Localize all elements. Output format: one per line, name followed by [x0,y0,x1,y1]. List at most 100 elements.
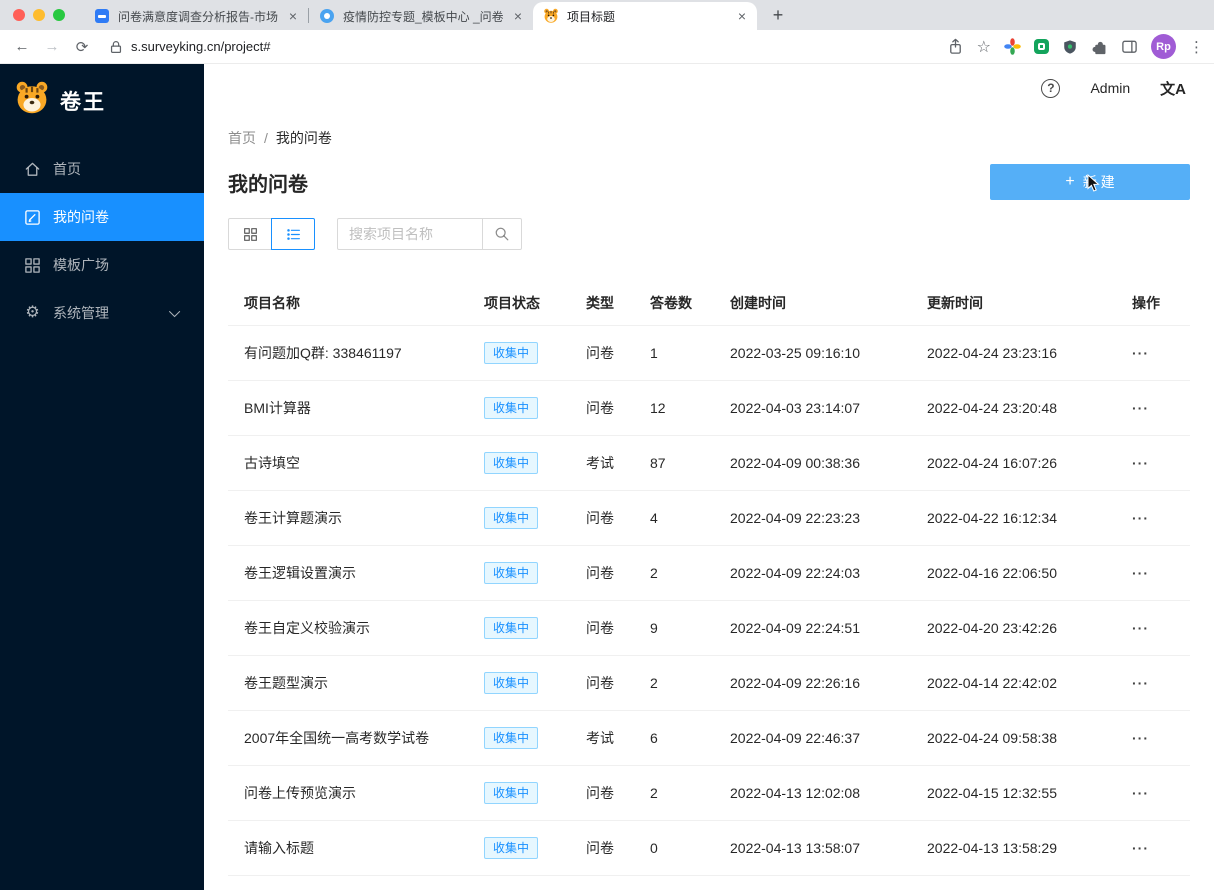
tiger-favicon [543,8,559,24]
row-actions-button[interactable]: ··· [1116,400,1165,416]
url-text: s.surveyking.cn/project# [131,39,271,54]
browser-tab-1[interactable]: 问卷满意度调查分析报告-市场调 × [84,2,308,30]
help-icon[interactable]: ? [1041,78,1061,98]
table-row: 卷王自定义校验演示 收集中 问卷 9 2022-04-09 22:24:51 2… [228,601,1190,656]
row-actions-button[interactable]: ··· [1116,510,1165,526]
tiger-logo-icon [14,80,50,121]
row-actions-button[interactable]: ··· [1116,345,1165,361]
forward-icon[interactable]: → [38,33,66,61]
search-button[interactable] [482,218,522,250]
project-name-link[interactable]: 有问题加Q群: 338461197 [228,343,468,363]
project-name-link[interactable]: BMI计算器 [228,398,468,418]
status-badge: 收集中 [484,727,539,749]
sidebar-item-my-surveys[interactable]: 我的问卷 [0,193,204,241]
window-close-button[interactable] [13,9,25,21]
status-badge: 收集中 [484,397,539,419]
updated-time: 2022-04-24 23:23:16 [927,345,1057,361]
updated-time: 2022-04-22 16:12:34 [927,510,1057,526]
app-title: 卷王 [60,90,106,114]
share-icon[interactable] [947,38,964,55]
status-badge: 收集中 [484,507,539,529]
search-input[interactable] [337,218,483,250]
extension-shield-icon[interactable] [1062,39,1078,55]
project-name-link[interactable]: 请输入标题 [228,838,468,858]
project-name-link[interactable]: 古诗填空 [228,453,468,473]
answer-count: 2 [650,785,658,801]
created-time: 2022-04-09 00:38:36 [730,455,860,471]
refresh-icon[interactable]: ⟳ [68,33,96,61]
profile-avatar[interactable]: Rp [1151,34,1176,59]
bookmark-star-icon[interactable]: ☆ [977,37,991,57]
window-zoom-button[interactable] [53,9,65,21]
project-name-link[interactable]: 卷王逻辑设置演示 [228,563,468,583]
window-minimize-button[interactable] [33,9,45,21]
row-actions-button[interactable]: ··· [1116,785,1165,801]
row-actions-button[interactable]: ··· [1116,620,1165,636]
updated-time: 2022-04-14 22:42:02 [927,675,1057,691]
address-bar[interactable]: s.surveyking.cn/project# [108,39,945,55]
answer-count: 1 [650,345,658,361]
tab-close-icon[interactable]: × [286,8,300,24]
sidebar-item-label: 我的问卷 [53,209,109,225]
tab-close-icon[interactable]: × [511,8,525,24]
extension-green-icon[interactable] [1034,39,1049,54]
tab-title: 疫情防控专题_模板中心 _问卷网 [343,9,503,24]
browser-tab-active[interactable]: 项目标题 × [533,2,757,30]
table-row: 有问题加Q群: 338461197 收集中 问卷 1 2022-03-25 09… [228,326,1190,381]
more-actions-icon: ··· [1132,455,1149,471]
created-time: 2022-03-25 09:16:10 [730,345,860,361]
project-name-link[interactable]: 卷王自定义校验演示 [228,618,468,638]
user-menu[interactable]: Admin [1090,80,1130,96]
table-row: 古诗填空 收集中 考试 87 2022-04-09 00:38:36 2022-… [228,436,1190,491]
breadcrumb: 首页 / 我的问卷 [228,128,1190,148]
grid-icon [24,257,41,274]
browser-tab-2[interactable]: 疫情防控专题_模板中心 _问卷网 × [309,2,533,30]
status-badge: 收集中 [484,837,539,859]
sidebar-item-label: 系统管理 [53,305,109,321]
created-time: 2022-04-09 22:24:51 [730,620,860,636]
created-time: 2022-04-09 22:26:16 [730,675,860,691]
sidebar-item-templates[interactable]: 模板广场 [0,241,204,289]
sidebar: 卷王 首页 我的问卷 模板广场 ⚙ 系统管理 [0,64,204,890]
extensions-puzzle-icon[interactable] [1091,38,1108,55]
search-icon [495,227,509,241]
top-header: ? Admin 文A [204,64,1214,112]
row-actions-button[interactable]: ··· [1116,840,1165,856]
status-badge: 收集中 [484,782,539,804]
tab-favicon [319,8,335,24]
column-header: 项目名称 [244,294,300,311]
row-actions-button[interactable]: ··· [1116,675,1165,691]
tab-favicon [94,8,110,24]
breadcrumb-home[interactable]: 首页 [228,128,256,148]
project-type: 问卷 [586,345,614,361]
row-actions-button[interactable]: ··· [1116,565,1165,581]
side-panel-icon[interactable] [1121,38,1138,55]
row-actions-button[interactable]: ··· [1116,730,1165,746]
tab-close-icon[interactable]: × [735,8,749,24]
created-time: 2022-04-13 12:02:08 [730,785,860,801]
list-view-toggle[interactable] [271,218,315,250]
project-name-link[interactable]: 卷王题型演示 [228,673,468,693]
extension-pinwheel-icon[interactable] [1004,38,1021,55]
more-actions-icon: ··· [1132,675,1149,691]
updated-time: 2022-04-24 09:58:38 [927,730,1057,746]
project-name-link[interactable]: 卷王计算题演示 [228,508,468,528]
updated-time: 2022-04-24 16:07:26 [927,455,1057,471]
project-type: 问卷 [586,510,614,526]
card-view-toggle[interactable] [228,218,272,250]
project-type: 问卷 [586,840,614,856]
project-name-link[interactable]: 2007年全国统一高考数学试卷 [228,728,468,748]
project-name-link[interactable]: 问卷上传预览演示 [228,783,468,803]
sidebar-item-system[interactable]: ⚙ 系统管理 [0,289,204,337]
language-icon[interactable]: 文A [1160,78,1186,99]
answer-count: 0 [650,840,658,856]
browser-menu-icon[interactable]: ⋮ [1189,38,1204,56]
more-actions-icon: ··· [1132,730,1149,746]
updated-time: 2022-04-16 22:06:50 [927,565,1057,581]
new-tab-button[interactable]: + [765,2,791,28]
breadcrumb-current: 我的问卷 [275,130,332,146]
back-icon[interactable]: ← [8,33,36,61]
row-actions-button[interactable]: ··· [1116,455,1165,471]
sidebar-item-home[interactable]: 首页 [0,145,204,193]
new-project-button[interactable]: + 新 建 [990,164,1190,200]
